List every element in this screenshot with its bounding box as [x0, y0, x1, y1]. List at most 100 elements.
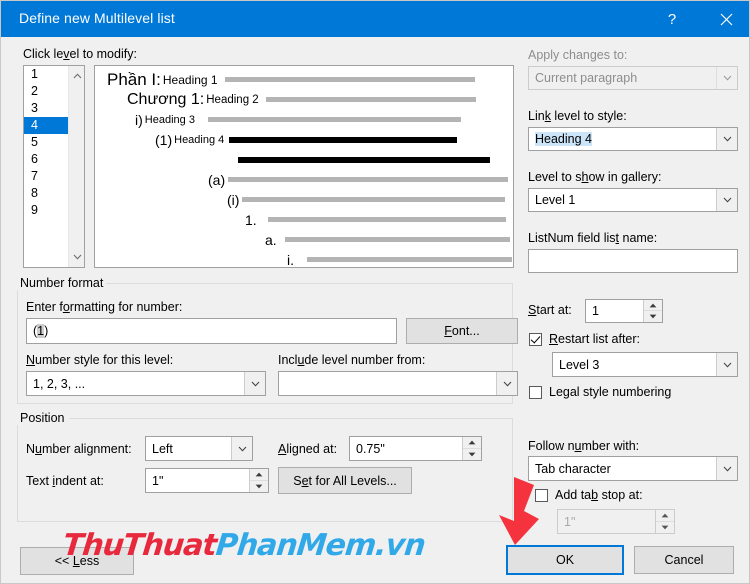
restart-list-label: Restart list after:	[549, 332, 641, 346]
enter-formatting-input[interactable]: (1)	[26, 318, 397, 344]
number-format-group-label: Number format	[17, 276, 107, 290]
number-format-group-line-left	[17, 283, 18, 404]
preview-row-label: Heading 2	[206, 93, 259, 106]
chevron-down-icon	[723, 362, 731, 368]
level-item-9[interactable]: 9	[24, 202, 68, 219]
window-title: Define new Multilevel list	[19, 10, 175, 26]
aligned-at-spinner[interactable]: 0.75"	[349, 436, 482, 461]
link-level-combo[interactable]: Heading 4	[528, 127, 738, 151]
number-style-label: Number style for this level:	[26, 353, 174, 367]
level-item-1[interactable]: 1	[24, 66, 68, 83]
restart-list-combo[interactable]: Level 3	[552, 352, 738, 377]
click-level-label: Click level to modify:	[23, 47, 137, 61]
add-tab-stop-value: 1"	[564, 514, 576, 529]
follow-number-dropdown-button[interactable]	[716, 457, 737, 480]
chevron-down-icon	[723, 466, 731, 472]
follow-number-combo[interactable]: Tab character	[528, 456, 738, 481]
number-style-dropdown-button[interactable]	[244, 372, 265, 395]
help-button[interactable]: ?	[649, 1, 695, 37]
level-item-2[interactable]: 2	[24, 83, 68, 100]
number-style-combo[interactable]: 1, 2, 3, ...	[26, 371, 266, 396]
add-tab-stop-decrement-button	[656, 522, 674, 534]
preview-row-number: (i)	[227, 191, 240, 208]
preview-row-label: Heading 3	[144, 113, 195, 126]
preview-row-number: i)	[135, 111, 143, 128]
include-level-dropdown-button[interactable]	[496, 372, 517, 395]
preview-row-text-bar	[242, 197, 506, 202]
position-group-line-top	[69, 418, 512, 419]
number-alignment-dropdown-button[interactable]	[231, 437, 252, 460]
restart-list-checkbox[interactable]	[529, 332, 542, 346]
level-gallery-value: Level 1	[535, 193, 576, 207]
aligned-at-decrement-button[interactable]	[463, 449, 481, 461]
red-down-arrow-icon	[499, 477, 539, 545]
preview-row-number: 1.	[245, 211, 257, 228]
chevron-down-icon	[723, 136, 731, 142]
preview-row-text-bar	[238, 156, 490, 163]
preview-row-text-bar	[284, 237, 510, 242]
chevron-down-icon	[251, 381, 259, 387]
add-tab-stop-spinner: 1"	[557, 509, 675, 534]
listnum-label: ListNum field list name:	[528, 231, 658, 245]
formatting-suffix: )	[44, 324, 49, 338]
number-format-group-line-top	[106, 283, 512, 284]
triangle-down-icon	[468, 452, 476, 457]
text-indent-spin-buttons[interactable]	[249, 469, 268, 492]
start-at-spinner[interactable]: 1	[585, 299, 663, 323]
triangle-up-icon	[255, 472, 263, 477]
aligned-at-label: Aligned at:	[278, 442, 338, 456]
cancel-button[interactable]: Cancel	[634, 546, 734, 574]
ok-button-label: OK	[555, 553, 575, 567]
preview-row-text-bar	[307, 257, 512, 262]
level-list-scrollbar[interactable]	[68, 66, 84, 267]
apply-changes-value: Current paragraph	[535, 71, 638, 85]
number-alignment-combo[interactable]: Left	[145, 436, 253, 461]
start-at-spin-buttons[interactable]	[643, 300, 662, 322]
level-item-8[interactable]: 8	[24, 185, 68, 202]
text-indent-spinner[interactable]: 1"	[145, 468, 269, 493]
number-alignment-label: Number alignment:	[26, 442, 132, 456]
link-level-dropdown-button[interactable]	[716, 128, 737, 150]
level-item-5[interactable]: 5	[24, 134, 68, 151]
preview-row-number: a.	[265, 231, 277, 248]
restart-list-checkbox-row[interactable]: Restart list after:	[529, 332, 640, 346]
close-button[interactable]	[703, 1, 749, 37]
text-indent-decrement-button[interactable]	[250, 481, 268, 493]
level-item-3[interactable]: 3	[24, 100, 68, 117]
level-gallery-combo[interactable]: Level 1	[528, 188, 738, 212]
add-tab-stop-spin-buttons	[655, 510, 674, 533]
list-preview-pane: Phần I: Heading 1 Chương 1: Heading 2 i) Head…	[94, 65, 514, 268]
aligned-at-increment-button[interactable]	[463, 437, 481, 449]
scroll-down-button[interactable]	[69, 249, 84, 265]
position-group-line-right	[512, 418, 513, 522]
number-alignment-value: Left	[152, 441, 173, 456]
set-for-all-levels-button[interactable]: Set for All Levels...	[278, 467, 412, 494]
position-group-line-left	[17, 418, 18, 522]
number-format-group-line-bottom	[17, 403, 513, 404]
add-tab-stop-checkbox-row[interactable]: Add tab stop at:	[535, 488, 643, 502]
ok-button[interactable]: OK	[506, 545, 624, 575]
triangle-up-icon	[661, 513, 669, 518]
scroll-up-button[interactable]	[69, 68, 84, 84]
start-at-decrement-button[interactable]	[644, 311, 662, 322]
text-indent-increment-button[interactable]	[250, 469, 268, 481]
include-level-combo[interactable]	[278, 371, 518, 396]
level-gallery-dropdown-button[interactable]	[716, 189, 737, 211]
listnum-input[interactable]	[528, 249, 738, 273]
level-item-6[interactable]: 6	[24, 151, 68, 168]
close-icon	[720, 13, 732, 25]
level-item-4[interactable]: 4	[24, 117, 68, 134]
aligned-at-spin-buttons[interactable]	[462, 437, 481, 460]
start-at-label: Start at:	[528, 303, 572, 317]
start-at-increment-button[interactable]	[644, 300, 662, 311]
watermark: ThuThuatPhanMem.vn	[61, 528, 426, 563]
restart-list-dropdown-button[interactable]	[716, 353, 737, 376]
level-listbox[interactable]: 1 2 3 4 5 6 7 8 9	[23, 65, 85, 268]
text-indent-label: Text indent at:	[26, 474, 104, 488]
legal-style-checkbox-row[interactable]: Legal style numbering	[529, 385, 671, 399]
add-tab-stop-checkbox[interactable]	[535, 488, 548, 502]
legal-style-checkbox[interactable]	[529, 385, 542, 399]
level-item-7[interactable]: 7	[24, 168, 68, 185]
text-indent-value: 1"	[152, 473, 164, 488]
font-button[interactable]: Font...	[406, 318, 518, 344]
